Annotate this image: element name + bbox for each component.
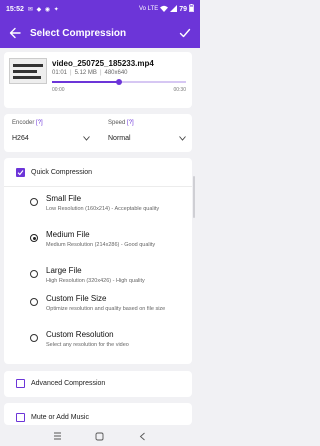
home-square-icon[interactable]: [95, 431, 105, 441]
speed-help-link[interactable]: [?]: [127, 120, 134, 126]
quick-compression-label: Quick Compression: [31, 169, 93, 176]
option-desc-medium-file: Medium Resolution (214x286) - Good quali…: [46, 242, 156, 248]
status-right: Vo LTE 79: [139, 4, 194, 14]
option-desc-custom-resolution: Select any resolution for the video: [46, 342, 129, 348]
cell-signal-icon: [170, 4, 178, 14]
video-info-card: video_250725_185233.mp4 01:01 | 5.12 MB …: [4, 52, 192, 108]
option-title-custom-resolution: Custom Resolution: [46, 330, 114, 339]
wifi-icon: [160, 5, 169, 14]
seek-bar-fill: [52, 81, 119, 83]
advanced-compression-checkbox[interactable]: [16, 379, 25, 388]
page-title: Select Compression: [30, 27, 127, 39]
radio-small-file[interactable]: [30, 198, 38, 206]
option-title-medium-file: Medium File: [46, 230, 90, 239]
advanced-compression-card: Advanced Compression: [4, 371, 192, 397]
mute-music-label: Mute or Add Music: [31, 414, 89, 421]
menu-lines-icon[interactable]: [52, 431, 62, 441]
option-desc-small-file: Low Resolution (160x214) - Acceptable qu…: [46, 206, 160, 212]
status-time: 15:52: [6, 5, 24, 13]
encoder-value: H264: [12, 134, 29, 142]
encoder-label: Encoder [?]: [12, 120, 43, 126]
speed-label: Speed [?]: [108, 120, 134, 126]
notification-icons: ✉ ◆ ◉ ✦: [27, 6, 60, 13]
option-desc-large-file: High Resolution (320x426) - High quality: [46, 278, 145, 284]
seek-bar-handle[interactable]: [116, 79, 122, 85]
video-resolution: 480x640: [104, 70, 128, 76]
video-seek-bar[interactable]: [52, 79, 186, 85]
signal-label: Vo LTE: [138, 6, 159, 12]
option-title-small-file: Small File: [46, 194, 82, 203]
arrow-back-icon[interactable]: [8, 26, 22, 40]
video-thumbnail: [9, 58, 47, 84]
time-start: 00:00: [52, 87, 65, 93]
option-title-custom-file-size: Custom File Size: [46, 294, 107, 303]
option-title-large-file: Large File: [46, 266, 82, 275]
speed-select[interactable]: Normal: [108, 132, 186, 144]
speed-value: Normal: [108, 134, 131, 142]
quick-compression-checkbox[interactable]: [16, 168, 25, 177]
option-desc-custom-file-size: Optimize resolution and quality based on…: [46, 306, 166, 312]
encoder-help-link[interactable]: [?]: [36, 120, 43, 126]
encoder-select[interactable]: H264: [12, 132, 90, 144]
mute-music-checkbox[interactable]: [16, 413, 25, 422]
video-meta: 01:01 | 5.12 MB | 480x640: [52, 70, 128, 76]
mute-music-card: Mute or Add Music: [4, 403, 192, 425]
video-duration: 01:01: [52, 70, 68, 76]
speed-label-text: Speed: [108, 120, 126, 126]
encoder-label-text: Encoder: [12, 120, 35, 126]
radio-custom-file-size[interactable]: [30, 298, 38, 306]
video-times: 00:00 00:30: [52, 87, 186, 93]
status-bar: 15:52 ✉ ◆ ◉ ✦ Vo LTE 79: [0, 0, 200, 18]
radio-large-file[interactable]: [30, 270, 38, 278]
video-size: 5.12 MB: [74, 70, 97, 76]
back-chevron-icon[interactable]: [138, 431, 148, 441]
battery-icon: [189, 4, 194, 14]
advanced-compression-label: Advanced Compression: [31, 380, 106, 387]
app-bar: Select Compression: [0, 18, 200, 48]
quick-compression-card: Quick Compression Small File Low Resolut…: [4, 158, 192, 364]
battery-level: 79: [179, 5, 187, 13]
check-icon[interactable]: [178, 26, 192, 40]
video-file-name: video_250725_185233.mp4: [52, 59, 154, 68]
chevron-down-icon: [82, 134, 90, 142]
radio-medium-file[interactable]: [30, 234, 38, 242]
radio-custom-resolution[interactable]: [30, 334, 38, 342]
encoder-speed-card: Encoder [?] H264 Speed [?] Normal: [4, 114, 192, 152]
chevron-down-icon: [178, 134, 186, 142]
time-end: 00:30: [173, 87, 186, 93]
scrollbar[interactable]: [193, 176, 195, 218]
system-nav-bar: [0, 426, 200, 446]
